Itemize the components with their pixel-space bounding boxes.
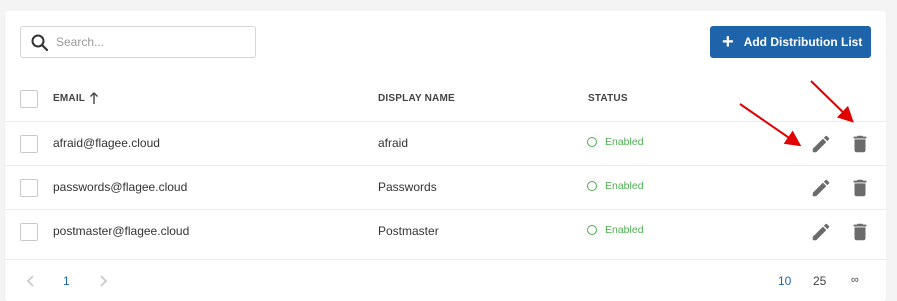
status-badge: Enabled (587, 224, 644, 236)
table-row: passwords@flagee.cloud Passwords Enabled (5, 165, 886, 209)
row-checkbox[interactable] (20, 135, 38, 153)
row-display-name: Passwords (378, 180, 437, 194)
status-circle-icon (587, 225, 597, 235)
status-badge: Enabled (587, 180, 644, 192)
add-distribution-list-button[interactable]: + Add Distribution List (710, 26, 871, 58)
search-icon (31, 34, 49, 52)
row-display-name: afraid (378, 136, 409, 150)
page-size-option-unlimited[interactable]: ∞ (851, 274, 859, 286)
delete-icon[interactable] (849, 133, 871, 155)
distribution-list-panel: + Add Distribution List EMAIL DISPLAY NA… (5, 11, 886, 301)
table-header: EMAIL DISPLAY NAME STATUS (5, 77, 886, 121)
select-all-checkbox[interactable] (20, 90, 38, 108)
status-circle-icon (587, 137, 597, 147)
edit-icon[interactable] (810, 133, 832, 155)
chevron-right-icon[interactable] (97, 274, 109, 288)
column-header-email[interactable]: EMAIL (53, 93, 85, 104)
column-header-status[interactable]: STATUS (588, 93, 628, 104)
table-row: afraid@flagee.cloud afraid Enabled (5, 121, 886, 165)
sort-ascending-icon[interactable] (89, 91, 99, 105)
search-input[interactable] (56, 27, 251, 57)
pagination: 1 10 25 ∞ (5, 259, 886, 301)
edit-icon[interactable] (810, 221, 832, 243)
delete-icon[interactable] (849, 221, 871, 243)
status-badge: Enabled (587, 136, 644, 148)
plus-icon: + (722, 31, 734, 53)
page-number-current[interactable]: 1 (63, 274, 70, 288)
row-email: passwords@flagee.cloud (53, 180, 188, 194)
row-display-name: Postmaster (378, 224, 439, 238)
status-label: Enabled (605, 136, 644, 148)
edit-icon[interactable] (810, 177, 832, 199)
row-email: afraid@flagee.cloud (53, 136, 160, 150)
status-circle-icon (587, 181, 597, 191)
add-distribution-list-label: Add Distribution List (743, 35, 863, 49)
table-row: postmaster@flagee.cloud Postmaster Enabl… (5, 209, 886, 253)
status-label: Enabled (605, 180, 644, 192)
page-size-option[interactable]: 10 (778, 274, 791, 288)
row-email: postmaster@flagee.cloud (53, 224, 190, 238)
search-box[interactable] (20, 26, 256, 58)
row-checkbox[interactable] (20, 179, 38, 197)
page-size-option[interactable]: 25 (813, 274, 826, 288)
row-checkbox[interactable] (20, 223, 38, 241)
delete-icon[interactable] (849, 177, 871, 199)
status-label: Enabled (605, 224, 644, 236)
chevron-left-icon[interactable] (25, 274, 37, 288)
column-header-display-name[interactable]: DISPLAY NAME (378, 93, 455, 104)
